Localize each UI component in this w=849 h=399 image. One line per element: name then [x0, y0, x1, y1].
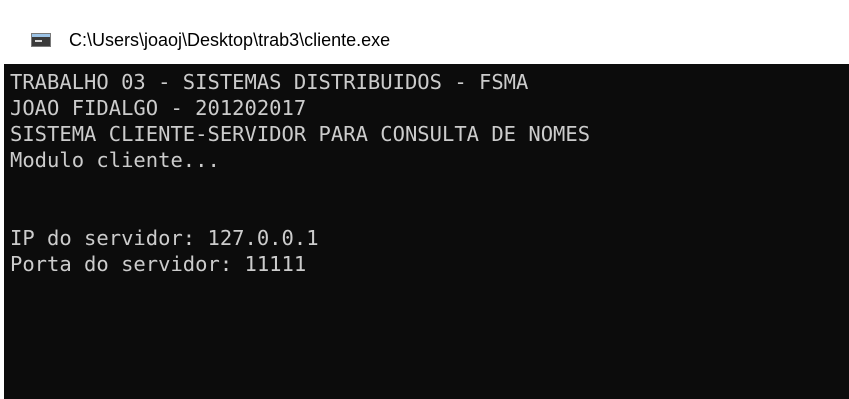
console-line: Modulo cliente... [10, 148, 220, 172]
console-line: Porta do servidor: 11111 [10, 252, 307, 276]
console-line: SISTEMA CLIENTE-SERVIDOR PARA CONSULTA D… [10, 122, 591, 146]
console-window: C:\Users\joaoj\Desktop\trab3\cliente.exe… [0, 0, 849, 399]
title-bar[interactable]: C:\Users\joaoj\Desktop\trab3\cliente.exe [0, 0, 849, 64]
console-line: JOAO FIDALGO - 201202017 [10, 96, 307, 120]
window-title: C:\Users\joaoj\Desktop\trab3\cliente.exe [69, 30, 391, 50]
console-output-area[interactable]: TRABALHO 03 - SISTEMAS DISTRIBUIDOS - FS… [4, 64, 849, 399]
console-line: IP do servidor: 127.0.0.1 [10, 226, 319, 250]
console-app-icon[interactable] [31, 33, 51, 47]
console-line: TRABALHO 03 - SISTEMAS DISTRIBUIDOS - FS… [10, 70, 529, 94]
